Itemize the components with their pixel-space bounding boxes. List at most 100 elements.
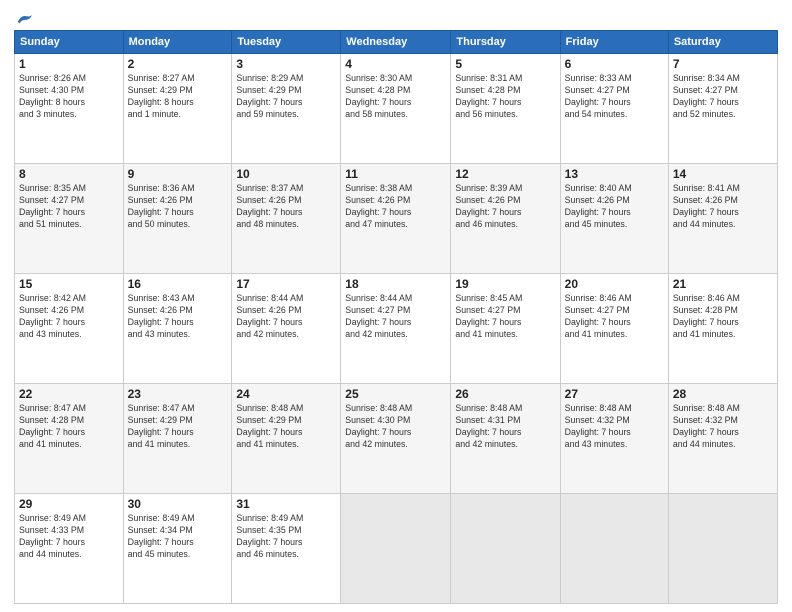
col-saturday: Saturday <box>668 31 777 54</box>
day-info: Sunrise: 8:27 AMSunset: 4:29 PMDaylight:… <box>128 73 228 121</box>
calendar-cell: 14Sunrise: 8:41 AMSunset: 4:26 PMDayligh… <box>668 164 777 274</box>
day-info: Sunrise: 8:38 AMSunset: 4:26 PMDaylight:… <box>345 183 446 231</box>
calendar-cell: 26 Sunrise: 8:48 AMSunset: 4:31 PMDayligh… <box>451 384 560 494</box>
day-info: Sunrise: 8:48 AMSunset: 4:30 PMDaylight:… <box>345 403 446 451</box>
col-monday: Monday <box>123 31 232 54</box>
col-thursday: Thursday <box>451 31 560 54</box>
day-info: Sunrise: 8:47 AMSunset: 4:29 PMDaylight:… <box>128 403 228 451</box>
calendar-cell: 27 Sunrise: 8:48 AMSunset: 4:32 PMDayligh… <box>560 384 668 494</box>
calendar-cell: 5 Sunrise: 8:31 AMSunset: 4:28 PMDaylight… <box>451 54 560 164</box>
day-info: Sunrise: 8:42 AMSunset: 4:26 PMDaylight:… <box>19 293 119 341</box>
day-number: 19 <box>455 277 555 291</box>
day-number: 11 <box>345 167 446 181</box>
day-number: 3 <box>236 57 336 71</box>
calendar-cell: 28 Sunrise: 8:48 AMSunset: 4:32 PMDayligh… <box>668 384 777 494</box>
calendar-cell: 3Sunrise: 8:29 AMSunset: 4:29 PMDaylight… <box>232 54 341 164</box>
calendar-cell: 8 Sunrise: 8:35 AMSunset: 4:27 PMDaylight… <box>15 164 124 274</box>
day-number: 25 <box>345 387 446 401</box>
day-number: 10 <box>236 167 336 181</box>
calendar-cell: 7 Sunrise: 8:34 AMSunset: 4:27 PMDaylight… <box>668 54 777 164</box>
day-number: 16 <box>128 277 228 291</box>
calendar-cell <box>341 494 451 604</box>
day-number: 29 <box>19 497 119 511</box>
calendar-cell: 23 Sunrise: 8:47 AMSunset: 4:29 PMDayligh… <box>123 384 232 494</box>
day-info: Sunrise: 8:44 AMSunset: 4:26 PMDaylight:… <box>236 293 336 341</box>
day-info: Sunrise: 8:35 AMSunset: 4:27 PMDaylight:… <box>19 183 119 231</box>
day-number: 8 <box>19 167 119 181</box>
day-number: 9 <box>128 167 228 181</box>
day-number: 1 <box>19 57 119 71</box>
day-number: 23 <box>128 387 228 401</box>
day-info: Sunrise: 8:30 AMSunset: 4:28 PMDaylight:… <box>345 73 446 121</box>
calendar-cell: 6 Sunrise: 8:33 AMSunset: 4:27 PMDaylight… <box>560 54 668 164</box>
calendar-cell: 1 Sunrise: 8:26 AMSunset: 4:30 PMDaylight… <box>15 54 124 164</box>
calendar-cell <box>560 494 668 604</box>
day-number: 28 <box>673 387 773 401</box>
day-number: 24 <box>236 387 336 401</box>
logo-text <box>14 12 34 26</box>
day-number: 13 <box>565 167 664 181</box>
day-info: Sunrise: 8:48 AMSunset: 4:32 PMDaylight:… <box>673 403 773 451</box>
day-number: 4 <box>345 57 446 71</box>
day-info: Sunrise: 8:43 AMSunset: 4:26 PMDaylight:… <box>128 293 228 341</box>
day-info: Sunrise: 8:49 AMSunset: 4:34 PMDaylight:… <box>128 513 228 561</box>
day-number: 22 <box>19 387 119 401</box>
calendar-cell: 17 Sunrise: 8:44 AMSunset: 4:26 PMDayligh… <box>232 274 341 384</box>
calendar-table: Sunday Monday Tuesday Wednesday Thursday… <box>14 30 778 604</box>
calendar-cell: 21 Sunrise: 8:46 AMSunset: 4:28 PMDayligh… <box>668 274 777 384</box>
day-info: Sunrise: 8:46 AMSunset: 4:28 PMDaylight:… <box>673 293 773 341</box>
day-number: 30 <box>128 497 228 511</box>
day-info: Sunrise: 8:48 AMSunset: 4:31 PMDaylight:… <box>455 403 555 451</box>
col-friday: Friday <box>560 31 668 54</box>
day-number: 17 <box>236 277 336 291</box>
day-number: 27 <box>565 387 664 401</box>
calendar-cell: 20 Sunrise: 8:46 AMSunset: 4:27 PMDayligh… <box>560 274 668 384</box>
day-info: Sunrise: 8:48 AMSunset: 4:29 PMDaylight:… <box>236 403 336 451</box>
day-number: 18 <box>345 277 446 291</box>
calendar-week-row: 22 Sunrise: 8:47 AMSunset: 4:28 PMDayligh… <box>15 384 778 494</box>
day-info: Sunrise: 8:44 AMSunset: 4:27 PMDaylight:… <box>345 293 446 341</box>
calendar-cell: 16 Sunrise: 8:43 AMSunset: 4:26 PMDayligh… <box>123 274 232 384</box>
calendar-cell: 19 Sunrise: 8:45 AMSunset: 4:27 PMDayligh… <box>451 274 560 384</box>
day-number: 26 <box>455 387 555 401</box>
calendar-cell: 22 Sunrise: 8:47 AMSunset: 4:28 PMDayligh… <box>15 384 124 494</box>
calendar-cell: 10Sunrise: 8:37 AMSunset: 4:26 PMDayligh… <box>232 164 341 274</box>
day-number: 12 <box>455 167 555 181</box>
calendar-cell: 18 Sunrise: 8:44 AMSunset: 4:27 PMDayligh… <box>341 274 451 384</box>
col-sunday: Sunday <box>15 31 124 54</box>
calendar-cell: 4 Sunrise: 8:30 AMSunset: 4:28 PMDaylight… <box>341 54 451 164</box>
calendar-cell: 13 Sunrise: 8:40 AMSunset: 4:26 PMDayligh… <box>560 164 668 274</box>
calendar-cell: 29 Sunrise: 8:49 AMSunset: 4:33 PMDayligh… <box>15 494 124 604</box>
day-number: 2 <box>128 57 228 71</box>
calendar-week-row: 1 Sunrise: 8:26 AMSunset: 4:30 PMDaylight… <box>15 54 778 164</box>
day-info: Sunrise: 8:26 AMSunset: 4:30 PMDaylight:… <box>19 73 119 121</box>
day-info: Sunrise: 8:48 AMSunset: 4:32 PMDaylight:… <box>565 403 664 451</box>
day-number: 15 <box>19 277 119 291</box>
day-info: Sunrise: 8:36 AMSunset: 4:26 PMDaylight:… <box>128 183 228 231</box>
day-info: Sunrise: 8:47 AMSunset: 4:28 PMDaylight:… <box>19 403 119 451</box>
calendar-cell: 9 Sunrise: 8:36 AMSunset: 4:26 PMDaylight… <box>123 164 232 274</box>
calendar-cell: 25 Sunrise: 8:48 AMSunset: 4:30 PMDayligh… <box>341 384 451 494</box>
calendar-cell <box>668 494 777 604</box>
day-number: 5 <box>455 57 555 71</box>
col-tuesday: Tuesday <box>232 31 341 54</box>
day-info: Sunrise: 8:49 AMSunset: 4:33 PMDaylight:… <box>19 513 119 561</box>
header <box>14 12 778 26</box>
day-info: Sunrise: 8:45 AMSunset: 4:27 PMDaylight:… <box>455 293 555 341</box>
calendar-cell: 2 Sunrise: 8:27 AMSunset: 4:29 PMDaylight… <box>123 54 232 164</box>
day-info: Sunrise: 8:40 AMSunset: 4:26 PMDaylight:… <box>565 183 664 231</box>
day-info: Sunrise: 8:39 AMSunset: 4:26 PMDaylight:… <box>455 183 555 231</box>
day-info: Sunrise: 8:33 AMSunset: 4:27 PMDaylight:… <box>565 73 664 121</box>
calendar-header-row: Sunday Monday Tuesday Wednesday Thursday… <box>15 31 778 54</box>
day-number: 6 <box>565 57 664 71</box>
calendar-cell: 15 Sunrise: 8:42 AMSunset: 4:26 PMDayligh… <box>15 274 124 384</box>
day-number: 31 <box>236 497 336 511</box>
day-number: 20 <box>565 277 664 291</box>
day-info: Sunrise: 8:46 AMSunset: 4:27 PMDaylight:… <box>565 293 664 341</box>
calendar-week-row: 8 Sunrise: 8:35 AMSunset: 4:27 PMDaylight… <box>15 164 778 274</box>
day-number: 21 <box>673 277 773 291</box>
day-number: 7 <box>673 57 773 71</box>
calendar-week-row: 15 Sunrise: 8:42 AMSunset: 4:26 PMDayligh… <box>15 274 778 384</box>
day-info: Sunrise: 8:31 AMSunset: 4:28 PMDaylight:… <box>455 73 555 121</box>
day-info: Sunrise: 8:34 AMSunset: 4:27 PMDaylight:… <box>673 73 773 121</box>
